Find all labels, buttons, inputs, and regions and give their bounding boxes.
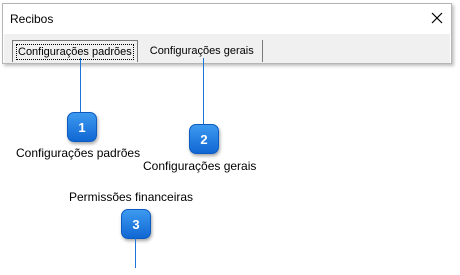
recibos-window: Recibos Configurações padrões Configuraç… (2, 3, 452, 64)
help-canvas: Recibos Configurações padrões Configuraç… (0, 0, 460, 275)
callout-badge-3[interactable]: 3 (121, 209, 151, 239)
callout-connector-2 (203, 58, 204, 126)
close-icon[interactable] (429, 10, 445, 26)
window-title: Recibos (10, 12, 54, 26)
callout-text-2: Configurações gerais (143, 159, 257, 173)
tab-strip: Configurações padrões Configurações gera… (12, 40, 263, 62)
tab-configuracoes-padroes[interactable]: Configurações padrões (12, 40, 138, 62)
callout-connector-3 (135, 238, 136, 268)
callout-text-3: Permissões financeiras (69, 190, 194, 204)
callout-connector-1 (80, 58, 81, 115)
callout-badge-1[interactable]: 1 (67, 112, 97, 142)
callout-text-1: Configurações padrões (16, 146, 141, 160)
tab-label: Configurações padrões (16, 43, 134, 60)
callout-badge-2[interactable]: 2 (189, 124, 219, 154)
title-bar: Recibos (3, 4, 451, 34)
window-client: Configurações padrões Configurações gera… (4, 34, 450, 63)
tab-label: Configurações gerais (149, 45, 254, 57)
